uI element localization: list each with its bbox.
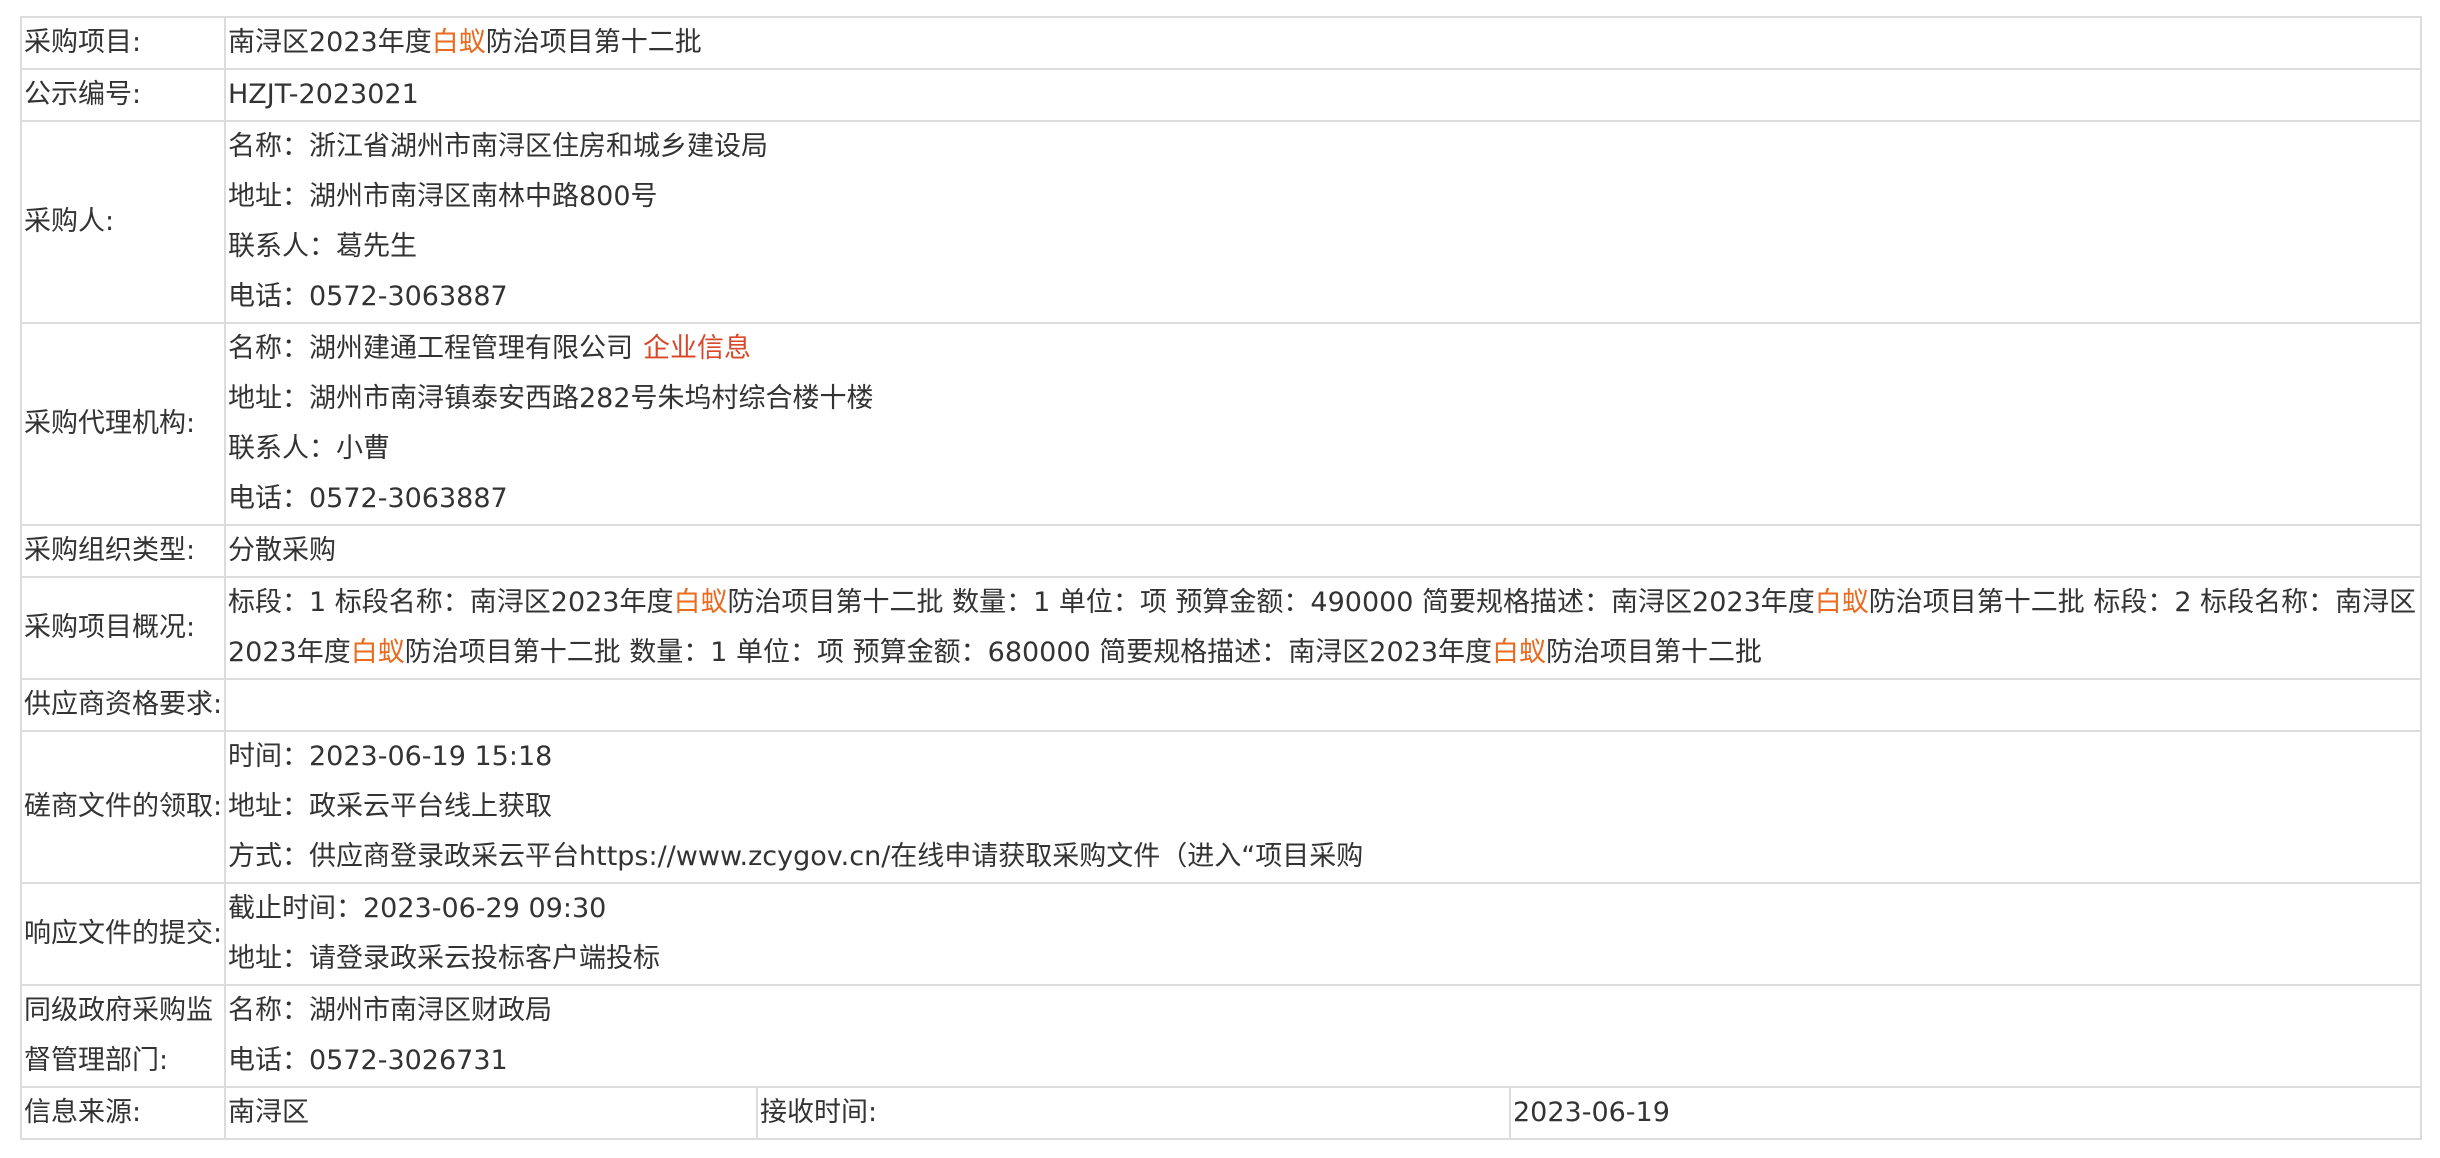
overview-part: 防治项目第十二批 数量：1 单位：项 预算金额：680000 简要规格描述：南浔… [404, 637, 1493, 668]
agency-value: 名称：湖州建通工程管理有限公司 企业信息 地址：湖州市南浔镇泰安西路282号朱坞村… [224, 322, 2422, 526]
project-title-pre: 南浔区2023年度 [228, 27, 432, 58]
row-org-type: 采购组织类型: 分散采购 [20, 524, 2422, 578]
row-project: 采购项目: 南浔区2023年度白蚁防治项目第十二批 [20, 16, 2422, 70]
overview-highlight: 白蚁 [1492, 637, 1547, 668]
row-agency: 采购代理机构: 名称：湖州建通工程管理有限公司 企业信息 地址：湖州市南浔镇泰安西… [20, 322, 2422, 526]
row-supplier-req: 供应商资格要求: [20, 678, 2422, 732]
purchaser-label: 采购人: [20, 120, 226, 324]
row-doc-obtain: 磋商文件的领取: 时间：2023-06-19 15:18 地址：政采云平台线上获… [20, 730, 2422, 884]
row-purchaser: 采购人: 名称：浙江省湖州市南浔区住房和城乡建设局 地址：湖州市南浔区南林中路8… [20, 120, 2422, 324]
agency-label: 采购代理机构: [20, 322, 226, 526]
purchaser-name: 名称：浙江省湖州市南浔区住房和城乡建设局 [228, 131, 768, 162]
org-type-text: 分散采购 [228, 535, 336, 566]
doc-obtain-method: 方式：供应商登录政采云平台https://www.zcygov.cn/在线申请获… [228, 841, 1364, 872]
source-value: 南浔区 [224, 1086, 758, 1140]
row-footer: 信息来源: 南浔区 接收时间: 2023-06-19 [20, 1086, 2422, 1140]
overview-value: 标段：1 标段名称：南浔区2023年度白蚁防治项目第十二批 数量：1 单位：项 … [224, 576, 2422, 680]
agency-name: 名称：湖州建通工程管理有限公司 [228, 333, 633, 364]
overview-part: 防治项目第十二批 [1546, 637, 1763, 668]
supplier-req-label: 供应商资格要求: [20, 678, 226, 732]
submission-deadline: 截止时间：2023-06-29 09:30 [228, 893, 607, 924]
agency-contact: 联系人：小曹 [228, 433, 390, 464]
row-submission: 响应文件的提交: 截止时间：2023-06-29 09:30 地址：请登录政采云… [20, 882, 2422, 986]
overview-label: 采购项目概况: [20, 576, 226, 680]
notice-no-label: 公示编号: [20, 68, 226, 122]
doc-obtain-value: 时间：2023-06-19 15:18 地址：政采云平台线上获取 方式：供应商登… [224, 730, 2422, 884]
project-title-highlight: 白蚁 [431, 27, 486, 58]
purchaser-contact: 联系人：葛先生 [228, 231, 417, 262]
submission-value: 截止时间：2023-06-29 09:30 地址：请登录政采云投标客户端投标 [224, 882, 2422, 986]
submission-label: 响应文件的提交: [20, 882, 226, 986]
overview-highlight: 白蚁 [673, 587, 728, 618]
company-info-link[interactable]: 企业信息 [643, 333, 751, 364]
overview-text: 标段：1 标段名称：南浔区2023年度白蚁防治项目第十二批 数量：1 单位：项 … [228, 578, 2418, 678]
org-type-label: 采购组织类型: [20, 524, 226, 578]
doc-obtain-time: 时间：2023-06-19 15:18 [228, 741, 553, 772]
doc-obtain-address: 地址：政采云平台线上获取 [228, 791, 552, 822]
overview-highlight: 白蚁 [1814, 587, 1869, 618]
overview-part: 标段：1 标段名称：南浔区2023年度 [228, 587, 674, 618]
row-overview: 采购项目概况: 标段：1 标段名称：南浔区2023年度白蚁防治项目第十二批 数量… [20, 576, 2422, 680]
overview-part: 防治项目第十二批 数量：1 单位：项 预算金额：490000 简要规格描述：南浔… [727, 587, 1815, 618]
org-type-value: 分散采购 [224, 524, 2422, 578]
project-label: 采购项目: [20, 16, 226, 70]
row-supervisor: 同级政府采购监督管理部门: 名称：湖州市南浔区财政局 电话：0572-30267… [20, 984, 2422, 1088]
received-label: 接收时间: [756, 1086, 1511, 1140]
row-notice-no: 公示编号: HZJT-2023021 [20, 68, 2422, 122]
purchaser-value: 名称：浙江省湖州市南浔区住房和城乡建设局 地址：湖州市南浔区南林中路800号 联… [224, 120, 2422, 324]
announcement-table: 采购项目: 南浔区2023年度白蚁防治项目第十二批 公示编号: HZJT-202… [20, 16, 2422, 1140]
announcement-container: 采购项目: 南浔区2023年度白蚁防治项目第十二批 公示编号: HZJT-202… [20, 16, 2422, 1140]
submission-address: 地址：请登录政采云投标客户端投标 [228, 943, 660, 974]
supervisor-name: 名称：湖州市南浔区财政局 [228, 995, 552, 1026]
overview-highlight: 白蚁 [350, 637, 405, 668]
supervisor-phone: 电话：0572-3026731 [228, 1045, 508, 1076]
supervisor-label: 同级政府采购监督管理部门: [20, 984, 226, 1088]
source-label: 信息来源: [20, 1086, 226, 1140]
supervisor-value: 名称：湖州市南浔区财政局 电话：0572-3026731 [224, 984, 2422, 1088]
notice-no-value: HZJT-2023021 [224, 68, 2422, 122]
purchaser-phone: 电话：0572-3063887 [228, 281, 508, 312]
supplier-req-value [224, 678, 2422, 732]
purchaser-address: 地址：湖州市南浔区南林中路800号 [228, 181, 658, 212]
project-title-post: 防治项目第十二批 [485, 27, 702, 58]
received-value: 2023-06-19 [1509, 1086, 2422, 1140]
agency-address: 地址：湖州市南浔镇泰安西路282号朱坞村综合楼十楼 [228, 383, 874, 414]
notice-no-text: HZJT-2023021 [228, 79, 419, 110]
doc-obtain-label: 磋商文件的领取: [20, 730, 226, 884]
project-value: 南浔区2023年度白蚁防治项目第十二批 [224, 16, 2422, 70]
agency-phone: 电话：0572-3063887 [228, 483, 508, 514]
